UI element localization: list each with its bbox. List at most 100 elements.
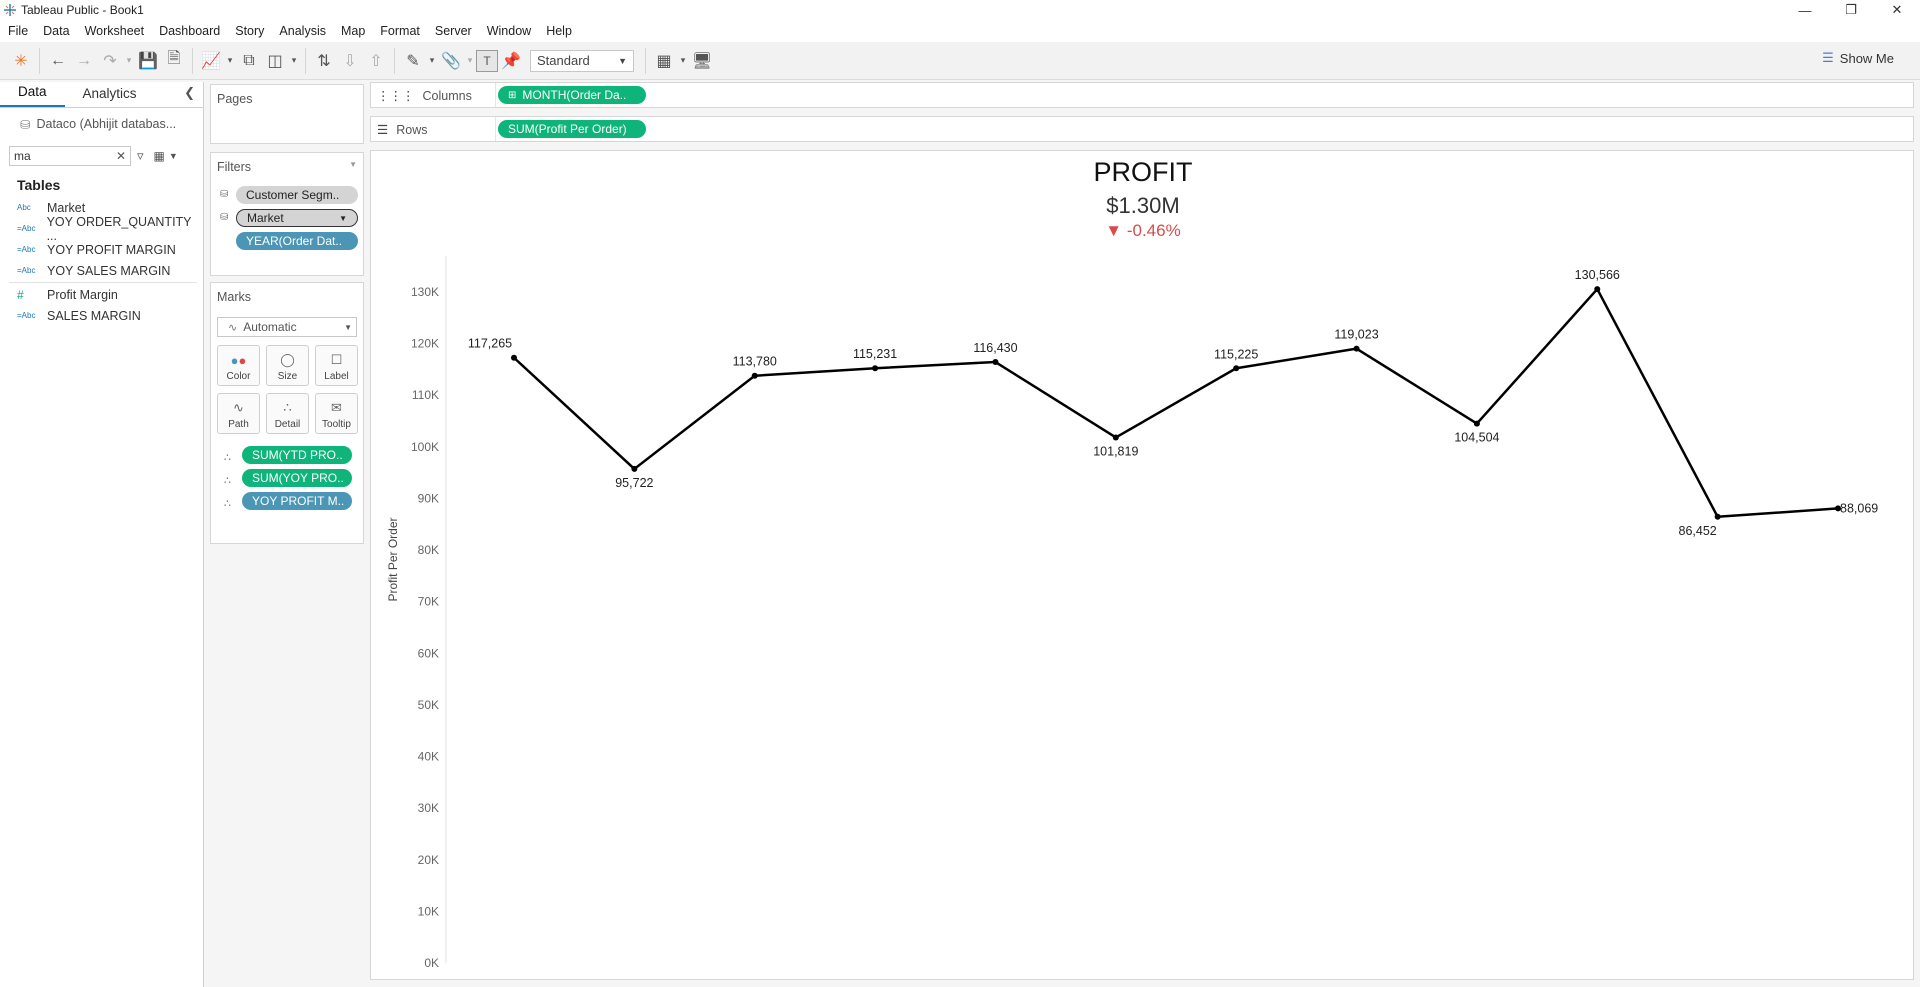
menu-window[interactable]: Window [487, 24, 531, 38]
duplicate-sheet-icon[interactable]: ⧉ [236, 48, 262, 74]
filter-pill-market[interactable]: Market ▼ [236, 209, 358, 227]
field-search-input[interactable]: ma ✕ [9, 146, 131, 166]
close-icon[interactable]: ✕ [1874, 0, 1920, 20]
rows-pill-sum-profit-per-order[interactable]: SUM(Profit Per Order) [498, 120, 646, 138]
marks-card-title: Marks [217, 290, 252, 304]
field-item[interactable]: =Abc YOY ORDER_QUANTITY ... [0, 215, 203, 243]
redo-icon[interactable]: → [71, 48, 97, 74]
sort-ascending-icon[interactable]: ⇩ [337, 48, 363, 74]
field-item[interactable]: =Abc SALES MARGIN [0, 305, 203, 326]
filter-pill-year-order-date[interactable]: YEAR(Order Dat.. [236, 232, 358, 250]
menu-worksheet[interactable]: Worksheet [85, 24, 145, 38]
toolbar-divider [394, 47, 395, 74]
data-point[interactable] [992, 359, 999, 366]
menu-dashboard[interactable]: Dashboard [159, 24, 220, 38]
mark-type-select[interactable]: ∿ Automatic ▼ [217, 317, 357, 337]
menu-story[interactable]: Story [235, 24, 264, 38]
expand-icon[interactable]: ⊞ [508, 90, 516, 101]
group-dropdown-icon[interactable]: ▾ [464, 48, 476, 74]
save-icon[interactable]: 💾 [135, 48, 161, 74]
presentation-mode-icon[interactable]: 🖥 [689, 48, 715, 74]
field-item[interactable]: =Abc YOY SALES MARGIN [0, 260, 203, 281]
marks-size-button[interactable]: ◯ Size [266, 345, 309, 386]
replay-icon[interactable]: ↷ [97, 48, 123, 74]
menu-map[interactable]: Map [341, 24, 365, 38]
fix-axes-icon[interactable]: 📌 [498, 48, 524, 74]
columns-shelf[interactable]: ⋮⋮⋮ Columns ⊞ MONTH(Order Da.. [370, 82, 1914, 108]
pages-card[interactable]: Pages [210, 84, 364, 144]
marks-pill-yoy-profit-margin[interactable]: YOY PROFIT M.. [242, 492, 352, 510]
datasource-item[interactable]: ⛁ Dataco (Abhijit databas... [0, 112, 203, 136]
pill-dropdown-icon[interactable]: ▼ [339, 214, 347, 223]
group-members-icon[interactable]: 📎 [438, 48, 464, 74]
new-datasource-icon[interactable]: 🗎 [161, 48, 187, 74]
data-point[interactable] [631, 465, 638, 472]
y-axis-title: Profit Per Order [386, 517, 400, 601]
minimize-icon[interactable]: — [1782, 0, 1828, 20]
tooltip-icon: ✉ [331, 400, 342, 415]
data-point[interactable] [1594, 286, 1601, 293]
pill-label: SUM(YOY PRO.. [252, 471, 344, 485]
pill-label: Market [247, 211, 284, 225]
menu-analysis[interactable]: Analysis [279, 24, 326, 38]
new-worksheet-dropdown-icon[interactable]: ▾ [224, 48, 236, 74]
restore-icon[interactable]: ❐ [1828, 0, 1874, 20]
columns-pill-month-order-date[interactable]: ⊞ MONTH(Order Da.. [498, 86, 646, 104]
show-me-button[interactable]: ☰ Show Me [1822, 50, 1894, 66]
data-point[interactable] [872, 365, 879, 372]
undo-icon[interactable]: ← [45, 48, 71, 74]
y-tick-label: 30K [418, 801, 439, 815]
marks-color-button[interactable]: ●● Color [217, 345, 260, 386]
marks-tooltip-button[interactable]: ✉ Tooltip [315, 393, 358, 434]
show-cards-dropdown-icon[interactable]: ▾ [677, 48, 689, 74]
marks-pill-ytd-profit[interactable]: SUM(YTD PRO.. [242, 446, 352, 464]
marks-label-button[interactable]: ☐ Label [315, 345, 358, 386]
show-mark-labels-icon[interactable]: T [476, 49, 498, 72]
filter-icon[interactable]: ▿ [137, 148, 144, 164]
clear-sheet-icon[interactable]: ◫ [262, 48, 288, 74]
highlight-icon[interactable]: ✎ [400, 48, 426, 74]
tab-analytics[interactable]: Analytics [65, 86, 155, 107]
view-options-icon[interactable]: ▦ [154, 149, 165, 163]
show-cards-icon[interactable]: ▦ [651, 48, 677, 74]
data-point[interactable] [511, 354, 517, 361]
data-point[interactable] [1112, 434, 1119, 441]
menu-server[interactable]: Server [435, 24, 472, 38]
pill-label: SUM(Profit Per Order) [508, 122, 627, 136]
menu-data[interactable]: Data [43, 24, 69, 38]
field-item[interactable]: # Profit Margin [0, 284, 203, 305]
swap-rows-columns-icon[interactable]: ⇅ [311, 48, 337, 74]
view-options-dropdown-icon[interactable]: ▼ [169, 151, 178, 161]
y-tick-label: 100K [411, 440, 439, 454]
marks-detail-button[interactable]: ∴ Detail [266, 393, 309, 434]
clear-search-icon[interactable]: ✕ [116, 149, 126, 163]
tableau-home-icon[interactable]: ✳ [8, 48, 34, 74]
sort-descending-icon[interactable]: ⇧ [363, 48, 389, 74]
rows-shelf[interactable]: ☰ Rows SUM(Profit Per Order) [370, 116, 1914, 142]
filter-pill-customer-segment[interactable]: Customer Segm.. [236, 186, 358, 204]
marks-path-button[interactable]: ∿ Path [217, 393, 260, 434]
menu-format[interactable]: Format [380, 24, 420, 38]
data-point[interactable] [1233, 365, 1240, 372]
field-item[interactable]: =Abc YOY PROFIT MARGIN [0, 239, 203, 260]
card-menu-icon[interactable]: ▼ [349, 160, 357, 169]
collapse-pane-icon[interactable]: ❮ [184, 85, 195, 101]
tab-data[interactable]: Data [0, 84, 65, 107]
title-bar: Tableau Public - Book1 — ❐ ✕ [0, 0, 1920, 20]
new-worksheet-icon[interactable]: 📈 [198, 48, 224, 74]
mark-type-value: Automatic [243, 320, 297, 334]
data-point[interactable] [1714, 513, 1721, 520]
data-point[interactable] [751, 372, 758, 379]
data-point[interactable] [1353, 345, 1360, 352]
marks-pill-yoy-profit[interactable]: SUM(YOY PRO.. [242, 469, 352, 487]
mark-button-label: Path [228, 419, 249, 430]
highlight-dropdown-icon[interactable]: ▾ [426, 48, 438, 74]
data-point[interactable] [1473, 420, 1480, 427]
columns-icon: ⋮⋮⋮ [377, 89, 415, 103]
data-pane-tabs: Data Analytics ❮ [0, 82, 203, 108]
clear-sheet-dropdown-icon[interactable]: ▾ [288, 48, 300, 74]
menu-file[interactable]: File [8, 24, 28, 38]
menu-help[interactable]: Help [546, 24, 572, 38]
fit-select[interactable]: Standard ▼ [530, 49, 634, 72]
replay-dropdown-icon[interactable]: ▾ [123, 48, 135, 74]
